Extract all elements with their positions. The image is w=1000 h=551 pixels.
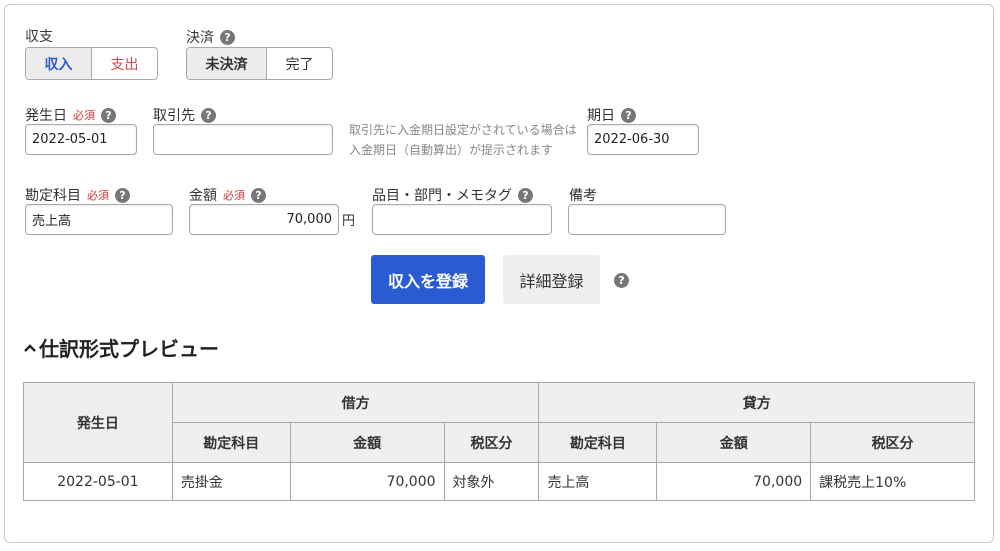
- detail-help: ?: [614, 272, 629, 288]
- journal-preview-table: 発生日 借方 貸方 勘定科目 金額 税区分 勘定科目 金額 税区分 2022-0…: [23, 382, 975, 501]
- due-label: 期日 ?: [587, 105, 636, 125]
- help-icon[interactable]: ?: [518, 187, 533, 203]
- amount-input[interactable]: 70,000: [189, 204, 339, 235]
- completed-option[interactable]: 完了: [265, 48, 332, 79]
- preview-title: 仕訳形式プレビュー: [39, 337, 219, 361]
- partner-input[interactable]: [153, 124, 333, 155]
- table-row: 2022-05-01 売掛金 70,000 対象外 売上高 70,000 課税売…: [23, 462, 975, 501]
- amount-unit: 円: [342, 214, 356, 229]
- register-income-button[interactable]: 収入を登録: [371, 255, 485, 304]
- chevron-up-icon: [24, 343, 36, 352]
- row-credit-account: 売上高: [538, 462, 658, 501]
- partner-label: 取引先 ?: [153, 105, 216, 125]
- header-debit-account: 勘定科目: [171, 422, 291, 463]
- header-debit: 借方: [171, 382, 540, 423]
- date-label: 発生日 必須 ?: [25, 105, 116, 125]
- account-input[interactable]: 売上高: [25, 204, 173, 235]
- income-option[interactable]: 収入: [26, 48, 91, 79]
- account-label: 勘定科目 必須 ?: [25, 185, 130, 205]
- header-debit-tax: 税区分: [443, 422, 540, 463]
- partner-hint: 取引先に入金期日設定がされている場合は 入金期日（自動算出）が提示されます: [349, 123, 577, 157]
- row-debit-amount: 70,000: [289, 462, 445, 501]
- header-credit-account: 勘定科目: [538, 422, 658, 463]
- tags-input[interactable]: [372, 204, 552, 235]
- settlement-toggle: 未決済 完了: [186, 47, 333, 80]
- header-date: 発生日: [23, 382, 173, 463]
- tags-label: 品目・部門・メモタグ ?: [372, 185, 533, 205]
- row-date: 2022-05-01: [23, 462, 173, 501]
- help-icon[interactable]: ?: [614, 273, 629, 288]
- help-icon[interactable]: ?: [251, 187, 266, 203]
- row-debit-account: 売掛金: [171, 462, 291, 501]
- due-date-input[interactable]: 2022-06-30: [587, 124, 699, 155]
- help-icon[interactable]: ?: [201, 107, 216, 123]
- header-debit-amount: 金額: [289, 422, 445, 463]
- help-icon[interactable]: ?: [621, 107, 636, 123]
- detail-register-button[interactable]: 詳細登録: [503, 255, 600, 304]
- header-credit-tax: 税区分: [810, 422, 975, 463]
- header-credit-amount: 金額: [656, 422, 812, 463]
- date-input[interactable]: 2022-05-01: [25, 124, 137, 155]
- header-credit: 貸方: [538, 382, 975, 423]
- settlement-label: 決済 ?: [186, 27, 235, 47]
- row-credit-amount: 70,000: [656, 462, 812, 501]
- type-label: 収支: [25, 29, 53, 45]
- note-input[interactable]: [568, 204, 726, 235]
- required-mark: 必須: [87, 189, 109, 202]
- unsettled-option[interactable]: 未決済: [187, 48, 266, 79]
- row-debit-tax: 対象外: [443, 462, 540, 501]
- required-mark: 必須: [73, 109, 95, 122]
- amount-label: 金額 必須 ?: [189, 185, 266, 205]
- note-label: 備考: [569, 188, 597, 204]
- type-toggle: 収入 支出: [25, 47, 158, 80]
- expense-option[interactable]: 支出: [91, 48, 157, 79]
- help-icon[interactable]: ?: [101, 107, 116, 123]
- required-mark: 必須: [223, 189, 245, 202]
- row-credit-tax: 課税売上10%: [810, 462, 975, 501]
- preview-toggle[interactable]: 仕訳形式プレビュー: [23, 333, 219, 362]
- help-icon[interactable]: ?: [220, 29, 235, 45]
- help-icon[interactable]: ?: [115, 187, 130, 203]
